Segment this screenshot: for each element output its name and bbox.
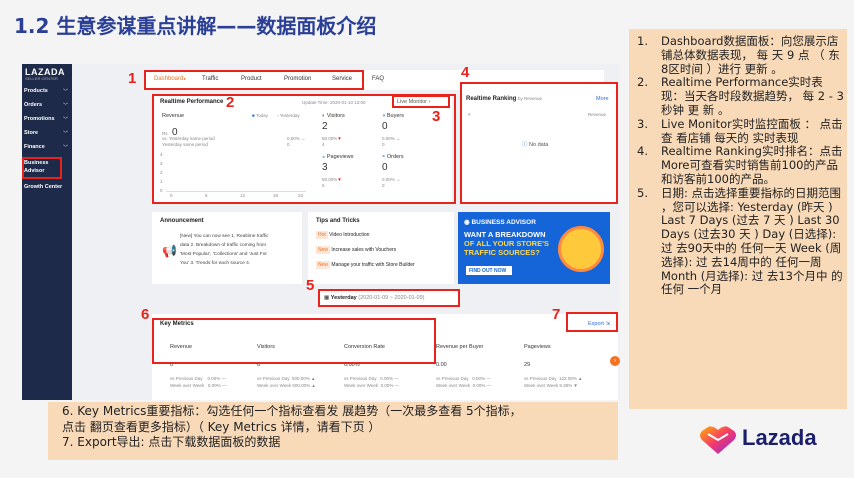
marker-2: 2 [226, 94, 235, 111]
marker-1: 1 [128, 70, 137, 87]
chevron-down-icon: ﹀ [62, 103, 68, 109]
note-item: 2. Realtime Performance实时表现：当天各时段数据趋势， 每 … [637, 75, 844, 117]
metric-card-pageviews[interactable]: Pageviews 29 vs Previous Day 122.08% ▲ W… [524, 338, 608, 396]
business-advisor-ad[interactable]: ◉ BUSINESS ADVISOR WANT A BREAKDOWN OF A… [458, 212, 610, 284]
new-badge: New [316, 261, 331, 269]
lazada-wordmark: Lazada [742, 425, 817, 450]
ad-line2: OF ALL YOUR STORE'S [464, 239, 549, 248]
ad-line3: TRAFFIC SOURCES? [464, 248, 540, 257]
sidebar-item-finance[interactable]: Finance ﹀ [24, 144, 70, 151]
ad-line1: WANT A BREAKDOWN [464, 230, 546, 239]
sidebar: LAZADA SELLER CENTER Products ﹀ Orders ﹀ P… [22, 64, 72, 400]
marker-4: 4 [461, 64, 470, 81]
hot-badge: Hot [316, 231, 328, 239]
tip-item[interactable]: Hot Video Introduction [316, 231, 369, 239]
note-item: 4. Realtime Ranking实时排名：点击More可查看实时销售前100… [637, 144, 843, 186]
chevron-down-icon: ﹀ [62, 89, 68, 95]
annotation-box-ranking [460, 82, 618, 204]
note-line: 7. Export导出: 点击下载数据面板的数据 [62, 435, 281, 449]
note-item: 1. Dashboard数据面板：向您展示店铺总体数据表现， 每 天 9 点 （ … [637, 34, 840, 76]
announcement-text[interactable]: [New] You can now see 1. Realtime traffi… [180, 232, 268, 268]
sidebar-item-growth-center[interactable]: Growth Center [24, 184, 70, 190]
advisor-icon: ◉ [464, 219, 470, 226]
next-page-button[interactable]: › [610, 356, 620, 366]
notes-panel-right: 1. Dashboard数据面板：向您展示店铺总体数据表现， 每 天 9 点 （ … [629, 29, 847, 409]
mascot-image [558, 226, 604, 272]
tips-panel: Tips and Tricks Hot Video Introduction N… [308, 212, 454, 284]
metric-card-revenue-per-buyer[interactable]: Revenue per Buyer 0.00 vs Previous Day 0… [436, 338, 522, 396]
tip-item[interactable]: New Manage your traffic with Store Build… [316, 261, 415, 269]
sidebar-item-orders[interactable]: Orders ﹀ [24, 102, 70, 109]
announcement-panel: Announcement 📢 [New] You can now see 1. … [152, 212, 302, 284]
note-line: 点击 翻页查看更多指标）（ Key Metrics 详情，请看下页 ） [62, 419, 381, 434]
megaphone-icon: 📢 [162, 244, 177, 258]
marker-6: 6 [141, 306, 150, 323]
tips-title: Tips and Tricks [316, 218, 360, 224]
chevron-down-icon: ﹀ [62, 145, 68, 151]
new-badge: New [316, 246, 331, 254]
announcement-title: Announcement [160, 218, 204, 224]
tab-faq[interactable]: FAQ [372, 76, 384, 82]
annotation-box-live-monitor [392, 95, 450, 108]
annotation-box-date [318, 289, 460, 307]
annotation-box-realtime [152, 94, 456, 204]
marker-5: 5 [306, 277, 315, 294]
note-line: 6. Key Metrics重要指标：勾选任何一个指标查看发 展趋势（一次最多查… [62, 404, 522, 418]
slide-title: 1.2 生意参谋重点讲解——数据面板介绍 [14, 14, 377, 38]
lazada-heart-icon [700, 426, 736, 454]
logo-subtitle: SELLER CENTER [25, 76, 58, 81]
marker-7: 7 [552, 306, 561, 323]
tip-item[interactable]: New Increase sales with Vouchers [316, 246, 396, 254]
note-item: 3. Live Monitor实时监控面板 ： 点击查 看店铺 每天的 实时表现 [637, 116, 843, 145]
marker-3: 3 [432, 108, 441, 125]
chevron-down-icon: ﹀ [62, 117, 68, 123]
lazada-brand-logo: Lazada [698, 422, 848, 458]
sidebar-item-promotions[interactable]: Promotions ﹀ [24, 116, 70, 123]
annotation-box-key-metrics [152, 318, 436, 364]
find-out-now-button[interactable]: FIND OUT NOW › [466, 266, 512, 280]
annotation-box-business-advisor [22, 157, 62, 179]
annotation-box-tabs [144, 70, 364, 90]
note-item: 5. 日期: 点击选择重要指标的日期范围 ，您可以选择: Yesterday (昨… [637, 185, 843, 297]
sidebar-item-store[interactable]: Store ﹀ [24, 130, 70, 137]
notes-panel-bottom: 6. Key Metrics重要指标：勾选任何一个指标查看发 展趋势（一次最多查… [48, 402, 618, 460]
sidebar-item-products[interactable]: Products ﹀ [24, 88, 70, 95]
ad-brand: ◉ BUSINESS ADVISOR [464, 219, 536, 226]
chevron-down-icon: ﹀ [62, 131, 68, 137]
annotation-box-export [566, 312, 618, 332]
